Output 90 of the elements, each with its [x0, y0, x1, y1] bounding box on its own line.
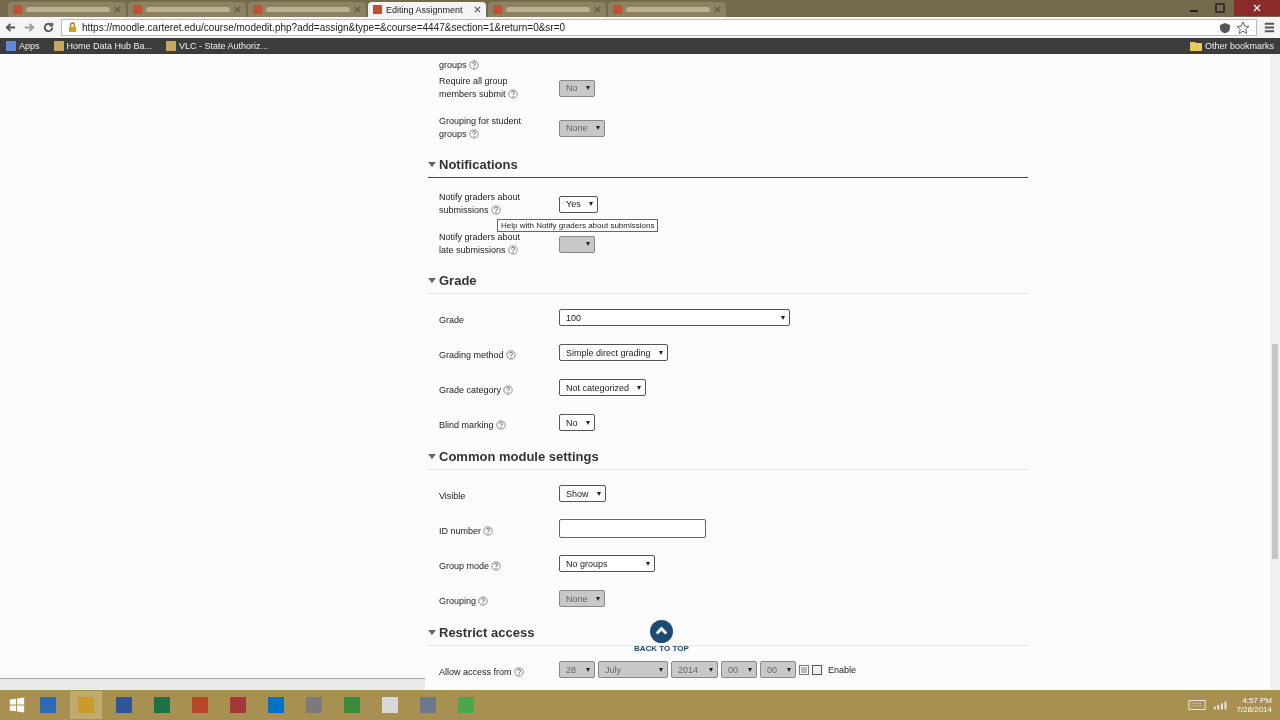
close-icon[interactable] [474, 6, 481, 13]
dropdown[interactable]: No [559, 414, 595, 431]
favicon-icon [133, 5, 142, 14]
bookmark-link[interactable]: Home Data Hub Ba... [53, 41, 153, 51]
collapse-triangle-icon[interactable] [428, 452, 436, 460]
caret-icon [586, 420, 590, 425]
help-icon[interactable] [491, 560, 502, 571]
folder-icon [1189, 41, 1202, 51]
field-label: Visible [439, 489, 466, 503]
browser-tab[interactable] [128, 2, 246, 17]
scrollbar[interactable] [1270, 54, 1280, 690]
lock-icon [68, 22, 77, 33]
bookmark-icon [53, 41, 64, 51]
caret-icon [787, 667, 791, 672]
bookmark-icon [6, 41, 16, 51]
field-label: Notify graders about late submissions [439, 231, 522, 257]
section-heading[interactable]: Restrict access [439, 624, 535, 640]
dropdown[interactable]: Show [559, 485, 606, 502]
caret-icon [596, 491, 601, 496]
field-label: Grouping [439, 594, 489, 608]
help-icon[interactable] [505, 349, 516, 360]
shield-icon[interactable] [1219, 21, 1231, 34]
favicon-icon [613, 5, 622, 14]
reload-icon[interactable] [42, 21, 55, 34]
section-heading[interactable]: Common module settings [439, 448, 599, 464]
caret-icon [659, 667, 663, 672]
tooltip: Help with Notify graders about submissions [497, 219, 659, 232]
star-icon[interactable] [1236, 20, 1250, 35]
dropdown[interactable]: No groups [559, 555, 655, 572]
caret-icon [646, 561, 650, 566]
section-heading[interactable]: Grade [439, 272, 477, 288]
field-label: Blind marking [439, 418, 506, 432]
collapse-triangle-icon[interactable] [428, 160, 436, 168]
dropdown[interactable]: Yes [559, 195, 598, 213]
field-label: Grade [439, 313, 464, 327]
help-icon[interactable] [503, 384, 514, 395]
field-label: groups [439, 59, 479, 72]
dropdown[interactable]: Simple direct grading [559, 344, 668, 361]
caret-icon [781, 315, 785, 320]
field-label: Allow access from [439, 665, 524, 679]
help-icon[interactable] [495, 419, 506, 430]
field-label: Require all group members submit [439, 75, 535, 101]
browser-tab[interactable] [248, 2, 366, 17]
bookmark-link[interactable]: Apps [6, 41, 40, 51]
bookmark-link[interactable]: VLC - State Authoriz... [166, 41, 269, 51]
caret-icon [658, 350, 663, 355]
favicon-icon [493, 5, 502, 14]
collapse-triangle-icon[interactable] [428, 276, 436, 284]
caret-icon [586, 242, 590, 246]
forward-icon[interactable] [23, 21, 36, 34]
browser-tab[interactable] [608, 2, 726, 17]
input-field[interactable] [559, 519, 706, 538]
caret-icon [595, 126, 600, 130]
maximize-icon[interactable] [1214, 2, 1226, 14]
back-icon[interactable] [4, 21, 17, 34]
caret-icon [595, 596, 600, 601]
field-label: Grading method [439, 348, 516, 362]
field-label: Group mode [439, 559, 502, 573]
section-heading[interactable]: Notifications [439, 156, 518, 172]
help-icon[interactable] [468, 60, 479, 70]
start-icon[interactable] [8, 696, 26, 714]
calendar-icon[interactable] [799, 664, 809, 675]
caret-icon [637, 385, 642, 390]
back-to-top-button[interactable]: BACK TO TOP [634, 620, 689, 653]
caret-icon [586, 86, 590, 90]
dropdown[interactable]: Not categorized [559, 379, 647, 396]
menu-icon[interactable] [1263, 21, 1276, 34]
dropdown[interactable]: 100 [559, 309, 790, 326]
address-bar[interactable]: https://moodle.carteret.edu/course/modedit.php?add=assign&type=&course=4447&section=1&return=0&sr=0 [61, 19, 1257, 36]
collapse-triangle-icon[interactable] [428, 628, 436, 636]
bookmark-folder[interactable]: Other bookmarks [1189, 41, 1274, 51]
field-label: ID number [439, 524, 494, 538]
checkbox-label: Enable [828, 664, 857, 675]
favicon-icon [13, 5, 22, 14]
caret-icon [748, 667, 752, 672]
close-button[interactable] [1234, 0, 1280, 16]
caret-icon [588, 202, 593, 206]
favicon-icon [373, 5, 382, 14]
bookmark-icon [166, 41, 177, 51]
favicon-icon [253, 5, 262, 14]
caret-icon [709, 667, 713, 672]
caret-icon [586, 667, 590, 672]
help-icon[interactable] [490, 205, 501, 215]
field-label: Notify graders about submissions [439, 191, 522, 217]
browser-tab[interactable] [488, 2, 606, 17]
help-icon[interactable] [483, 525, 494, 536]
field-label: Grouping for student groups [439, 115, 523, 141]
field-label: Grade category [439, 383, 514, 397]
browser-tab[interactable]: Editing Assignment [368, 2, 486, 17]
close-icon [1253, 4, 1261, 12]
